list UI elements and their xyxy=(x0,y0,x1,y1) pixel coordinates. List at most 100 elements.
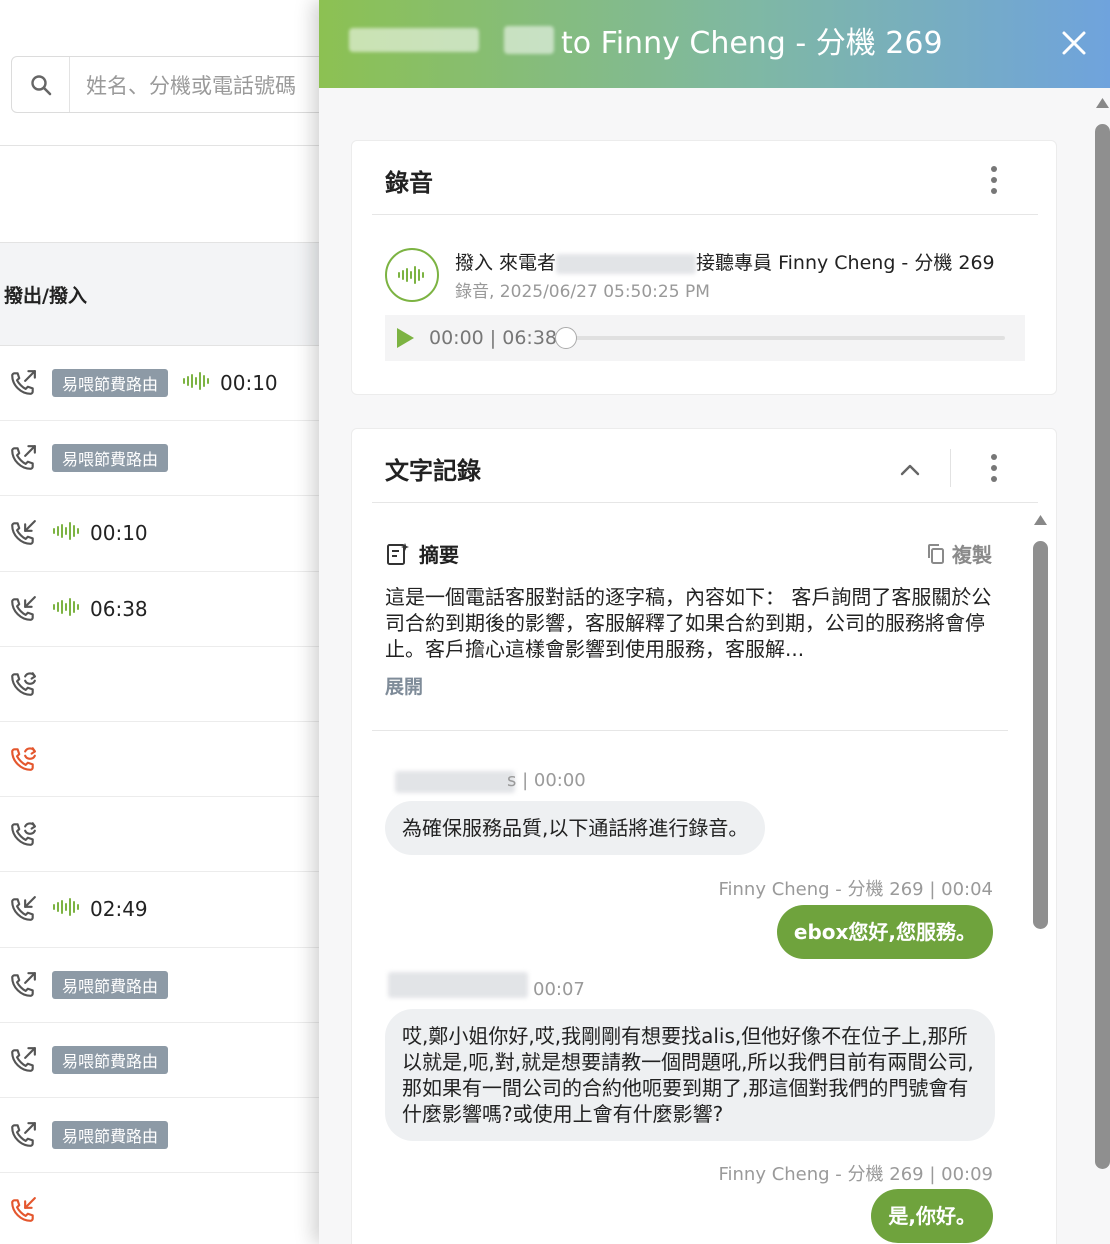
call-transfer-icon xyxy=(8,744,38,774)
route-tag: 易喂節費路由 xyxy=(52,970,169,999)
call-out-icon xyxy=(8,368,38,398)
table-row[interactable]: 易喂節費路由 xyxy=(0,1023,320,1098)
column-header-direction[interactable]: 撥出/撥入 xyxy=(0,242,320,346)
call-in-icon xyxy=(8,594,38,624)
redacted-caller xyxy=(556,253,697,274)
call-out-icon xyxy=(8,443,38,473)
call-duration: 00:10 xyxy=(182,371,278,395)
search-input[interactable]: 姓名、分機或電話號碼 xyxy=(70,70,296,100)
collapse-button[interactable] xyxy=(895,455,925,485)
transcript-title: 文字記錄 xyxy=(385,457,481,485)
table-row[interactable] xyxy=(0,722,320,798)
message-meta: Finny Cheng - 分機 269 | 00:04 xyxy=(718,879,993,900)
recording-wave-icon xyxy=(52,521,82,545)
summary-text: 這是一個電話客服對話的逐字稿，內容如下： 客戶詢問了客服關於公司合約到期後的影響… xyxy=(385,585,992,661)
call-in-icon xyxy=(8,894,38,924)
message-bubble-in: 為確保服務品質,以下通話將進行錄音。 xyxy=(385,801,766,855)
call-detail-panel: to Finny Cheng - 分機 269 錄音 撥入 來電者 接聽專員 Fi… xyxy=(319,0,1110,1244)
call-duration: 00:10 xyxy=(52,521,148,545)
message-bubble-in: 哎,鄭小姐你好,哎,我剛剛有想要找alis,但他好像不在位子上,那所以就是,呃,… xyxy=(385,1009,995,1141)
panel-title: to Finny Cheng - 分機 269 xyxy=(561,26,943,61)
divider xyxy=(372,502,1038,503)
table-row[interactable]: 易喂節費路由 xyxy=(0,421,320,497)
call-in-icon xyxy=(8,1195,38,1225)
recording-card: 錄音 撥入 來電者 接聽專員 Finny Cheng - 分機 269 錄音, 2… xyxy=(351,140,1057,395)
call-duration: 06:38 xyxy=(52,597,148,621)
call-list-background: 姓名、分機或電話號碼 撥出/撥入 易喂節費路由 00:10 易喂節費路由 00:10 0… xyxy=(0,0,320,1244)
call-duration-text: 02:49 xyxy=(90,897,148,922)
recording-more-button[interactable] xyxy=(979,160,1009,200)
redacted-caller xyxy=(504,26,554,54)
audio-wave-icon xyxy=(385,248,439,302)
close-icon[interactable] xyxy=(1061,30,1087,56)
table-row[interactable]: 易喂節費路由 xyxy=(0,948,320,1023)
call-rows: 易喂節費路由 00:10 易喂節費路由 00:10 06:38 02:49 易喂節費路由 易喂… xyxy=(0,346,320,1244)
call-in-icon xyxy=(8,518,38,548)
call-duration-text: 00:10 xyxy=(90,521,148,546)
audio-player: 00:00 | 06:38 xyxy=(385,315,1025,361)
message-meta: 00:07 xyxy=(533,979,585,1000)
message-bubble-out: ebox您好,您服務。 xyxy=(776,905,993,959)
ai-summary-icon xyxy=(387,542,409,565)
route-tag: 易喂節費路由 xyxy=(52,444,169,473)
message-bubble-out: 是,你好。 xyxy=(871,1189,993,1243)
route-tag: 易喂節費路由 xyxy=(52,1045,169,1074)
route-tag: 易喂節費路由 xyxy=(52,1120,169,1149)
table-row[interactable]: 易喂節費路由 xyxy=(0,1098,320,1174)
table-row[interactable]: 00:10 xyxy=(0,496,320,572)
recording-title: 錄音 xyxy=(385,169,433,197)
divider xyxy=(372,730,1008,731)
call-transfer-icon xyxy=(8,819,38,849)
table-row[interactable] xyxy=(0,1173,320,1244)
divider xyxy=(950,449,951,487)
scroll-up-icon[interactable] xyxy=(1032,513,1049,527)
call-duration-text: 00:10 xyxy=(220,371,278,396)
recording-wave-icon xyxy=(182,371,212,395)
table-row[interactable] xyxy=(0,797,320,873)
call-transfer-icon xyxy=(8,669,38,699)
expand-link[interactable]: 展開 xyxy=(385,672,423,699)
divider xyxy=(372,214,1038,215)
recording-wave-icon xyxy=(52,597,82,621)
summary-header: 摘要 xyxy=(385,539,459,568)
recording-wave-icon xyxy=(52,897,82,921)
progress-knob[interactable] xyxy=(555,327,577,349)
play-icon[interactable] xyxy=(395,327,415,349)
redacted-speaker xyxy=(388,972,528,998)
panel-scrollbar-thumb[interactable] xyxy=(1095,124,1110,1169)
recording-timestamp: 錄音, 2025/06/27 05:50:25 PM xyxy=(455,282,710,302)
table-row[interactable]: 易喂節費路由 00:10 xyxy=(0,346,320,422)
copy-label: 複製 xyxy=(952,543,992,567)
message-meta: s | 00:00 xyxy=(507,770,586,791)
message-meta: Finny Cheng - 分機 269 | 00:09 xyxy=(718,1164,993,1185)
progress-track[interactable] xyxy=(569,336,1005,340)
call-out-icon xyxy=(8,1120,38,1150)
table-row[interactable]: 06:38 xyxy=(0,572,320,647)
transcript-scrollbar-thumb[interactable] xyxy=(1033,541,1048,929)
divider xyxy=(0,145,320,146)
player-time: 00:00 | 06:38 xyxy=(429,327,557,349)
transcript-more-button[interactable] xyxy=(979,448,1009,488)
recording-caller-label: 撥入 來電者 xyxy=(455,252,557,274)
scroll-up-icon[interactable] xyxy=(1095,96,1110,110)
close-button[interactable] xyxy=(1053,22,1095,64)
recording-participants: 撥入 來電者 接聽專員 Finny Cheng - 分機 269 xyxy=(455,248,995,275)
table-row[interactable]: 02:49 xyxy=(0,872,320,948)
panel-header: to Finny Cheng - 分機 269 xyxy=(319,0,1110,88)
call-out-icon xyxy=(8,1045,38,1075)
panel-scrollbar[interactable] xyxy=(1095,96,1110,1244)
redacted-speaker xyxy=(395,771,515,793)
table-row[interactable] xyxy=(0,647,320,722)
search-icon[interactable] xyxy=(12,57,70,112)
search-box[interactable]: 姓名、分機或電話號碼 xyxy=(11,56,320,113)
recording-agent-label: 接聽專員 Finny Cheng - 分機 269 xyxy=(696,252,995,274)
transcript-card: 文字記錄 摘要 複製 這是一個電話客服對話的逐字稿，內容如下： 客戶詢問了客服關… xyxy=(351,428,1057,1244)
play-button[interactable] xyxy=(385,315,425,361)
chevron-up-icon[interactable] xyxy=(899,463,921,477)
copy-icon xyxy=(928,543,944,564)
redacted-caller xyxy=(349,28,479,52)
column-header-label: 撥出/撥入 xyxy=(4,284,87,307)
transcript-scrollbar[interactable] xyxy=(1032,513,1049,1244)
route-tag: 易喂節費路由 xyxy=(52,369,169,398)
copy-button[interactable]: 複製 xyxy=(926,539,992,568)
